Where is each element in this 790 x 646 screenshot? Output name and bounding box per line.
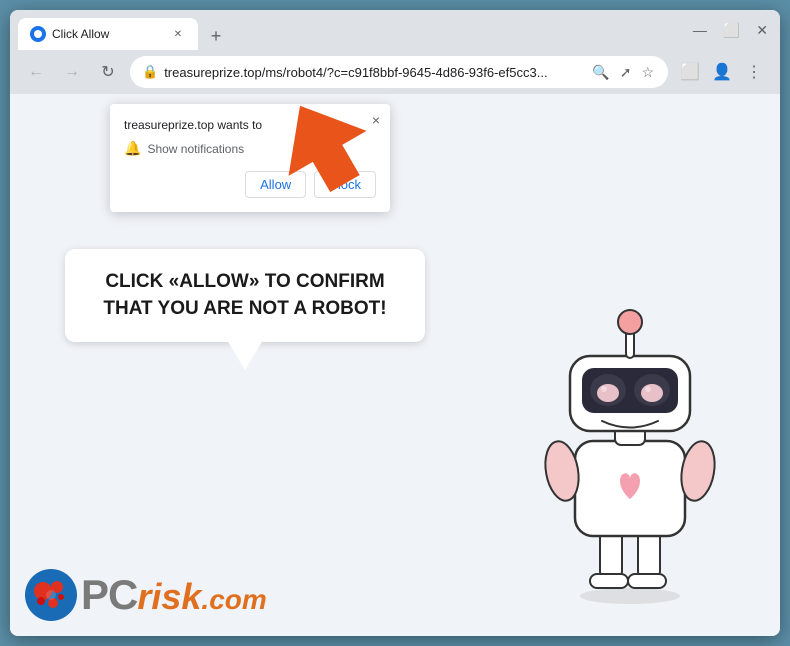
window-controls: — ⬜ ✕ <box>689 18 772 43</box>
url-text: treasureprize.top/ms/robot4/?c=c91f8bbf-… <box>164 65 584 80</box>
tab-title: Click Allow <box>52 27 164 41</box>
profile-button[interactable]: 👤 <box>708 58 736 86</box>
com-text: .com <box>201 584 266 615</box>
menu-button[interactable]: ⋮ <box>740 58 768 86</box>
bookmark-icon[interactable]: ☆ <box>639 62 656 83</box>
search-icon[interactable]: 🔍 <box>590 62 611 83</box>
reload-button[interactable]: ↻ <box>94 58 122 86</box>
url-icons: 🔍 ➚ ☆ <box>590 62 656 83</box>
pc-text: PC <box>81 571 137 618</box>
notification-permission-text: Show notifications <box>147 142 244 156</box>
tab-favicon <box>30 26 46 42</box>
pcrisk-logo: PCrisk.com <box>25 569 267 621</box>
minimize-button[interactable]: — <box>689 18 711 42</box>
forward-button[interactable]: → <box>58 58 86 86</box>
bell-icon: 🔔 <box>124 140 141 157</box>
notification-close-button[interactable]: × <box>372 112 380 128</box>
active-tab[interactable]: Click Allow ✕ <box>18 18 198 50</box>
speech-bubble-text: CLICK «ALLOW» TO CONFIRM THAT YOU ARE NO… <box>89 269 401 322</box>
lock-icon: 🔒 <box>142 64 158 80</box>
risk-text: risk <box>137 576 201 617</box>
tab-close-button[interactable]: ✕ <box>170 26 186 42</box>
browser-window: Click Allow ✕ + — ⬜ ✕ ← → ↻ 🔒 treasurepr… <box>10 10 780 636</box>
menu-icon: ⋮ <box>746 62 762 82</box>
new-tab-button[interactable]: + <box>202 22 230 50</box>
address-bar: ← → ↻ 🔒 treasureprize.top/ms/robot4/?c=c… <box>10 50 780 94</box>
restore-button[interactable]: ⬜ <box>719 18 744 43</box>
pcrisk-text: PCrisk.com <box>81 571 267 619</box>
profile-icon: 👤 <box>712 62 732 82</box>
robot-illustration <box>530 286 750 626</box>
extension-button[interactable]: ⬜ <box>676 58 704 86</box>
reload-icon: ↻ <box>101 62 114 82</box>
url-bar[interactable]: 🔒 treasureprize.top/ms/robot4/?c=c91f8bb… <box>130 56 668 88</box>
back-button[interactable]: ← <box>22 58 50 86</box>
back-icon: ← <box>28 63 44 81</box>
content-area: × treasureprize.top wants to 🔔 Show noti… <box>10 94 780 636</box>
tab-container: Click Allow ✕ + <box>18 10 685 50</box>
toolbar-icons: ⬜ 👤 ⋮ <box>676 58 768 86</box>
title-bar: Click Allow ✕ + — ⬜ ✕ <box>10 10 780 50</box>
share-icon[interactable]: ➚ <box>618 62 634 83</box>
close-button[interactable]: ✕ <box>752 18 772 43</box>
extension-icon: ⬜ <box>680 62 700 82</box>
speech-bubble: CLICK «ALLOW» TO CONFIRM THAT YOU ARE NO… <box>65 249 425 342</box>
forward-icon: → <box>64 63 80 81</box>
